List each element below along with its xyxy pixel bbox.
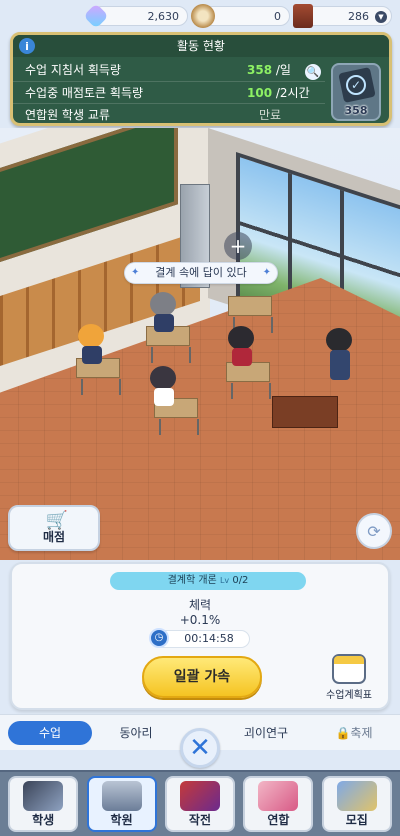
lesson-plan-label: 수업계획표 xyxy=(326,690,372,701)
coin-icon xyxy=(191,4,215,28)
nav-academy[interactable]: 학원 xyxy=(86,776,157,832)
tab-festival-label: 축제 xyxy=(350,726,373,740)
course-name: 결계학 개론 xyxy=(167,575,217,586)
activity-row-label: 연합원 학생 교류 xyxy=(25,108,110,122)
lesson-plan-button[interactable]: 수업계획표 xyxy=(316,654,382,704)
stat-name: 체력 xyxy=(188,598,212,612)
student-desk xyxy=(228,296,273,333)
activity-row-label: 수업 지침서 획득량 xyxy=(25,63,121,77)
chevron-down-icon[interactable]: ▼ xyxy=(375,11,387,23)
student-portrait-icon xyxy=(23,781,64,811)
crossed-swords-icon xyxy=(179,781,220,811)
activity-row-value: 358 /일 xyxy=(247,63,291,77)
currency-bar: 2,630 0 286 ▼ xyxy=(0,0,400,32)
student-character[interactable] xyxy=(150,366,178,406)
nav-alliance[interactable]: 연합 xyxy=(243,776,314,832)
guide-book-button[interactable]: ✓ 358 xyxy=(331,63,381,121)
sparkle-icon: ✦ xyxy=(131,267,140,278)
activity-row-exchange: 연합원 학생 교류 만료 xyxy=(13,103,325,125)
ticket-counter[interactable]: 286 ▼ xyxy=(293,4,392,28)
coin-amount: 0 xyxy=(274,9,281,23)
teacher-desk xyxy=(272,396,338,428)
course-tag: 결계학 개론 Lv 0/2 xyxy=(110,572,306,590)
class-info-card: 결계학 개론 Lv 0/2 체력 +0.1% ◷ 00:14:58 일괄 가속 … xyxy=(10,562,390,710)
ticket-amount: 286 xyxy=(348,9,369,23)
bottom-navigation: 학생 학원 작전 연합 모집 xyxy=(0,770,400,836)
course-progress: 0/2 xyxy=(232,575,249,586)
lock-icon: 🔒 xyxy=(335,726,351,740)
school-icon xyxy=(101,781,142,811)
gem-counter[interactable]: 2,630 xyxy=(83,3,188,29)
quest-hint-text: 결계 속에 답이 있다 xyxy=(155,266,247,279)
nav-label: 학생 xyxy=(32,813,55,827)
add-seat-button[interactable]: + xyxy=(224,232,252,260)
gem-icon xyxy=(83,3,109,29)
recruit-cards-icon xyxy=(336,781,377,811)
gem-amount: 2,630 xyxy=(147,9,180,23)
classroom-scene[interactable]: + ✦ 결계 속에 답이 있다 ✦ xyxy=(0,128,400,560)
coin-counter[interactable]: 0 xyxy=(191,4,290,28)
boost-all-button[interactable]: 일괄 가속 xyxy=(142,656,262,698)
nav-operations[interactable]: 작전 xyxy=(164,776,235,832)
student-character[interactable] xyxy=(78,324,106,364)
flower-emblem-icon xyxy=(258,781,299,811)
nav-label: 작전 xyxy=(188,813,212,827)
activity-title: 활동 현황 xyxy=(13,35,389,57)
nav-label: 연합 xyxy=(267,813,290,827)
clock-icon: ◷ xyxy=(149,628,169,648)
nav-students[interactable]: 학생 xyxy=(8,776,79,832)
shop-button[interactable]: 🛒 매점 xyxy=(8,505,100,551)
course-level: Lv xyxy=(219,576,230,585)
nav-label: 모집 xyxy=(345,813,368,827)
activity-row-guides: 수업 지침서 획득량 358 /일 xyxy=(13,59,325,81)
activity-row-label: 수업중 매점토큰 획득량 xyxy=(25,86,144,100)
nav-recruit[interactable]: 모집 xyxy=(321,776,392,832)
stat-value: +0.1% xyxy=(179,613,221,627)
info-icon[interactable]: i xyxy=(19,38,35,54)
close-button[interactable]: ✕ xyxy=(180,728,220,768)
activity-row-value: 만료 xyxy=(259,108,282,122)
activity-panel: i 활동 현황 수업 지침서 획득량 358 /일 🔍 수업중 매점토큰 획득량… xyxy=(10,32,392,126)
tab-club[interactable]: 동아리 xyxy=(96,721,176,745)
tab-class[interactable]: 수업 xyxy=(8,721,92,745)
swap-view-button[interactable]: ⟳ xyxy=(356,513,392,549)
refresh-icon: ⟳ xyxy=(367,521,381,541)
shop-label: 매점 xyxy=(42,530,66,544)
class-timer: ◷ 00:14:58 xyxy=(149,628,250,648)
guide-count: 358 xyxy=(344,104,368,117)
sparkle-icon: ✦ xyxy=(262,267,271,278)
tab-anomaly-research[interactable]: 괴이연구 xyxy=(226,721,306,745)
teacher-character[interactable] xyxy=(326,328,354,380)
quest-hint-tag[interactable]: ✦ 결계 속에 답이 있다 ✦ xyxy=(124,262,278,284)
tab-festival[interactable]: 🔒축제 xyxy=(314,721,394,745)
check-icon: ✓ xyxy=(346,75,366,95)
activity-row-value: 100 /2시간 xyxy=(247,86,310,100)
calendar-icon xyxy=(332,654,366,684)
student-character[interactable] xyxy=(228,326,256,366)
magnifier-icon[interactable]: 🔍 xyxy=(305,64,321,80)
student-character[interactable] xyxy=(150,292,178,332)
activity-row-tokens: 수업중 매점토큰 획득량 100 /2시간 xyxy=(13,81,325,103)
timer-text: 00:14:58 xyxy=(184,632,234,645)
nav-label: 학원 xyxy=(110,813,133,827)
ticket-icon xyxy=(293,4,313,28)
